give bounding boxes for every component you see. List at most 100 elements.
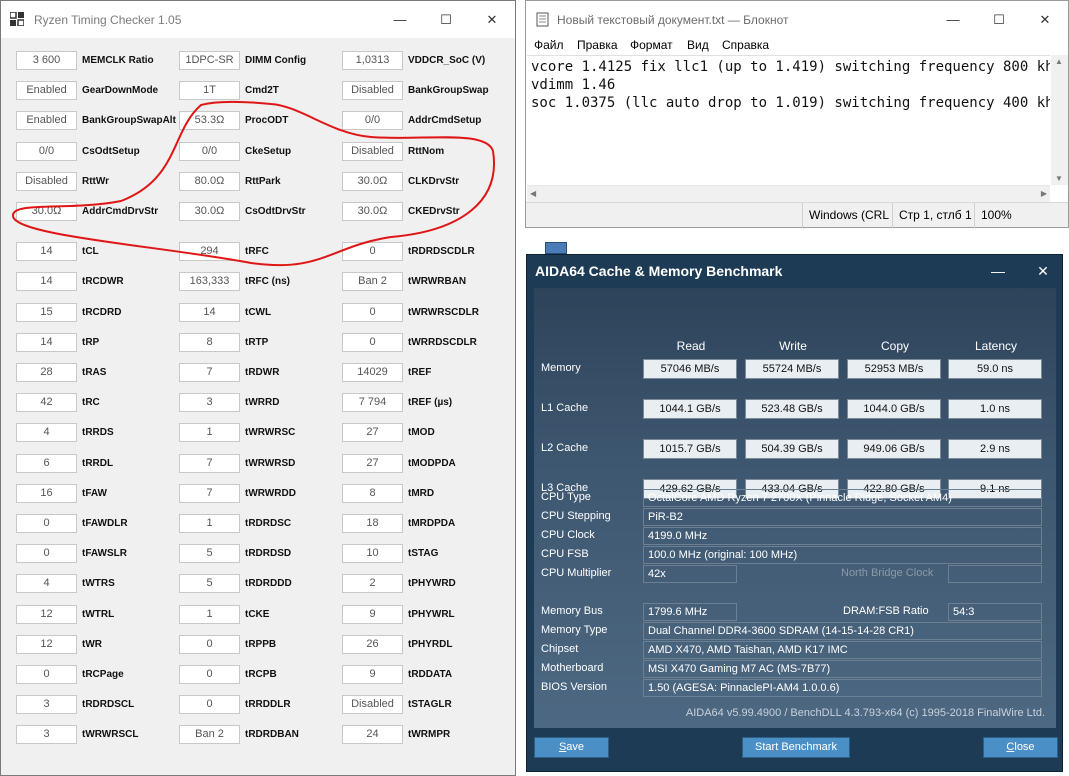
timing-label: tRCPage (82, 669, 124, 680)
scroll-up-icon[interactable]: ▲ (1055, 57, 1063, 66)
desktop-icon[interactable] (545, 242, 567, 254)
scroll-down-icon[interactable]: ▼ (1055, 174, 1063, 183)
timing-value-field: 9 (342, 665, 403, 684)
motherboard-field: MSI X470 Gaming M7 AC (MS-7B77) (643, 660, 1042, 678)
menu-format[interactable]: Формат (630, 38, 673, 52)
timing-label: AddrCmdDrvStr (82, 206, 159, 217)
scroll-left-icon[interactable]: ◀ (530, 189, 536, 198)
rtc-titlebar[interactable]: Ryzen Timing Checker 1.05 — ☐ ✕ (1, 1, 515, 38)
col-header-latency: Latency (974, 339, 1018, 353)
timing-value-field: 5 (179, 544, 240, 563)
maximize-icon[interactable]: ☐ (976, 1, 1022, 38)
timing-value-field: Enabled (16, 81, 77, 100)
timing-value-field: 18 (342, 514, 403, 533)
timing-value-field: 12 (16, 635, 77, 654)
timing-value-field: 9 (342, 605, 403, 624)
cpu-fsb-field: 100.0 MHz (original: 100 MHz) (643, 546, 1042, 564)
timing-value-field: 28 (16, 363, 77, 382)
timing-label: CkeSetup (245, 146, 292, 157)
menu-help[interactable]: Справка (722, 38, 769, 52)
text-line: soc 1.0375 (llc auto drop to 1.019) swit… (531, 95, 1050, 111)
timing-label: tRDDATA (408, 669, 453, 680)
timing-label: AddrCmdSetup (408, 115, 482, 126)
minimize-icon[interactable]: — (930, 1, 976, 38)
timing-label: tPHYRDL (408, 639, 453, 650)
bench-value-field: 1044.1 GB/s (643, 399, 737, 419)
save-button[interactable]: Save (534, 737, 609, 758)
timing-value-field: 12 (16, 605, 77, 624)
timing-label: tFAWDLR (82, 518, 128, 529)
timing-label: tWRMPR (408, 729, 451, 740)
timing-label: tWR (82, 639, 102, 650)
timing-label: tWRRDSCDLR (408, 337, 477, 348)
bench-value-field: 1044.0 GB/s (847, 399, 941, 419)
timing-value-field: 1 (179, 423, 240, 442)
col-header-read: Read (676, 339, 706, 353)
north-bridge-clock-field (948, 565, 1042, 583)
aida-title: AIDA64 Cache & Memory Benchmark (535, 263, 783, 279)
minimize-icon[interactable]: — (982, 257, 1014, 285)
timing-label: tPHYWRL (408, 609, 455, 620)
bench-value-field: 57046 MB/s (643, 359, 737, 379)
timing-value-field: 163,333 (179, 272, 240, 291)
timing-label: RttWr (82, 176, 110, 187)
close-icon[interactable]: ✕ (1022, 1, 1068, 38)
cpu-multiplier-label: CPU Multiplier (541, 567, 612, 579)
bios-version-field: 1.50 (AGESA: PinnaclePI-AM4 1.0.0.6) (643, 679, 1042, 697)
timing-label: tRDRDDD (245, 578, 292, 589)
timing-value-field: 0/0 (342, 111, 403, 130)
timing-label: tRFC (245, 246, 269, 257)
timing-value-field: 14 (16, 242, 77, 261)
timing-value-field: 30.0Ω (16, 202, 77, 221)
timing-value-field: 8 (342, 484, 403, 503)
horizontal-scrollbar[interactable]: ◀ ▶ (527, 185, 1050, 202)
timing-value-field: 10 (342, 544, 403, 563)
benchmark-panel: Read Write Copy Latency Memory 57046 MB/s… (534, 288, 1056, 728)
timing-label: tWRRD (245, 397, 280, 408)
timing-label: tMRDPDA (408, 518, 456, 529)
menu-file[interactable]: Файл (534, 38, 564, 52)
menu-edit[interactable]: Правка (577, 38, 618, 52)
start-benchmark-button[interactable]: Start Benchmark (742, 737, 850, 758)
timing-value-field: 0 (16, 544, 77, 563)
timing-value-field: Disabled (342, 695, 403, 714)
timing-value-field: 14 (16, 333, 77, 352)
timing-value-field: 7 794 (342, 393, 403, 412)
minimize-icon[interactable]: — (377, 1, 423, 38)
cpu-clock-field: 4199.0 MHz (643, 527, 1042, 545)
close-icon[interactable]: ✕ (1027, 257, 1059, 285)
scroll-right-icon[interactable]: ▶ (1041, 189, 1047, 198)
timing-value-field: 53.3Ω (179, 111, 240, 130)
cpu-multiplier-field: 42x (643, 565, 737, 583)
timing-label: tRDRDSCDLR (408, 246, 475, 257)
menu-view[interactable]: Вид (687, 38, 709, 52)
timing-label: tWRWRSC (245, 427, 296, 438)
notepad-text-area[interactable]: vcore 1.4125 fix llc1 (up to 1.419) swit… (527, 55, 1050, 185)
timing-label: RttPark (245, 176, 281, 187)
timing-value-field: Disabled (16, 172, 77, 191)
maximize-icon[interactable]: ☐ (423, 1, 469, 38)
timing-label: CsOdtSetup (82, 146, 140, 157)
cpu-stepping-field: PiR-B2 (643, 508, 1042, 526)
close-icon[interactable]: ✕ (469, 1, 515, 38)
timing-label: ProcODT (245, 115, 289, 126)
timing-label: tCKE (245, 609, 270, 620)
timing-label: tRRDL (82, 458, 114, 469)
close-button[interactable]: Close (983, 737, 1058, 758)
timing-value-field: 27 (342, 454, 403, 473)
notepad-title: Новый текстовый документ.txt — Блокнот (557, 13, 789, 27)
timing-label: tWRWRDD (245, 488, 296, 499)
notepad-menubar: Файл Правка Формат Вид Справка (526, 38, 1068, 55)
timing-label: tRP (82, 337, 100, 348)
timing-label: tRCDRD (82, 307, 122, 318)
notepad-window: Новый текстовый документ.txt — Блокнот —… (525, 0, 1069, 228)
notepad-titlebar[interactable]: Новый текстовый документ.txt — Блокнот —… (526, 1, 1068, 38)
timing-value-field: 16 (16, 484, 77, 503)
vertical-scrollbar[interactable]: ▲ ▼ (1051, 55, 1068, 185)
timing-label: tSTAGLR (408, 699, 452, 710)
bench-value-field: 1015.7 GB/s (643, 439, 737, 459)
north-bridge-clock-label: North Bridge Clock (841, 567, 934, 579)
timing-label: CsOdtDrvStr (245, 206, 306, 217)
timing-value-field: 15 (16, 303, 77, 322)
timing-value-field: 30.0Ω (342, 202, 403, 221)
